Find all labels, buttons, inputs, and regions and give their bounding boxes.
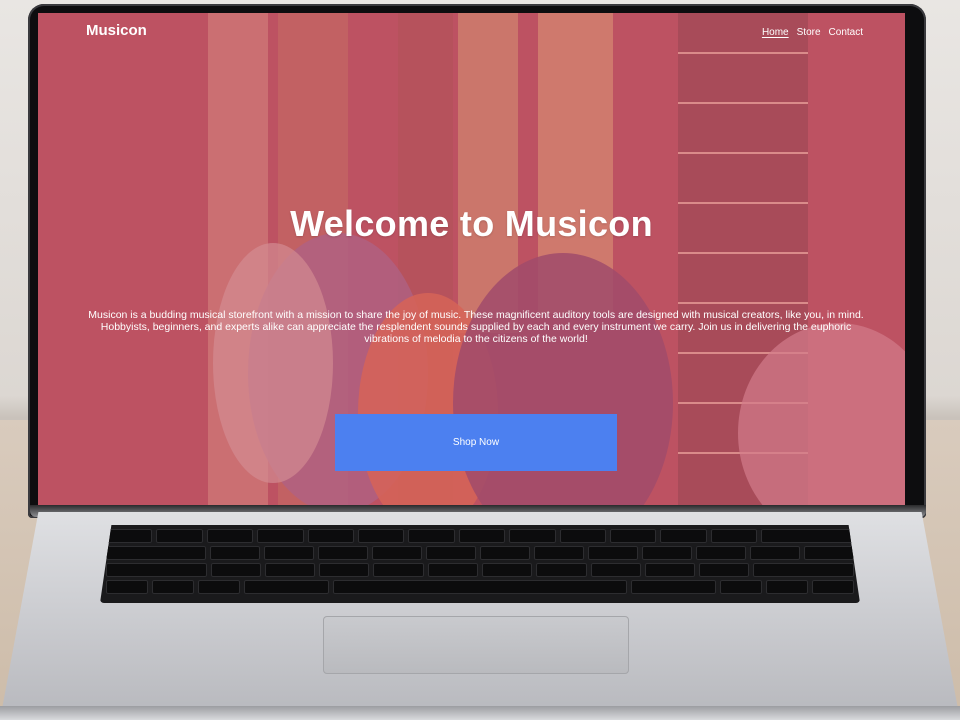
laptop-screen: Musicon Home Store Contact Welcome to Mu…	[38, 13, 905, 506]
hero-title: Welcome to Musicon	[290, 203, 653, 245]
laptop-front-edge	[0, 706, 960, 720]
trackpad	[323, 616, 629, 674]
nav-link-home[interactable]: Home	[762, 27, 789, 38]
keyboard	[100, 525, 860, 603]
site-logo[interactable]: Musicon	[86, 22, 147, 39]
shop-now-button[interactable]: Shop Now	[335, 414, 617, 471]
top-nav: Home Store Contact	[762, 27, 863, 38]
hero-description: Musicon is a budding musical storefront …	[88, 308, 864, 346]
nav-link-store[interactable]: Store	[797, 27, 821, 38]
nav-link-contact[interactable]: Contact	[829, 27, 863, 38]
